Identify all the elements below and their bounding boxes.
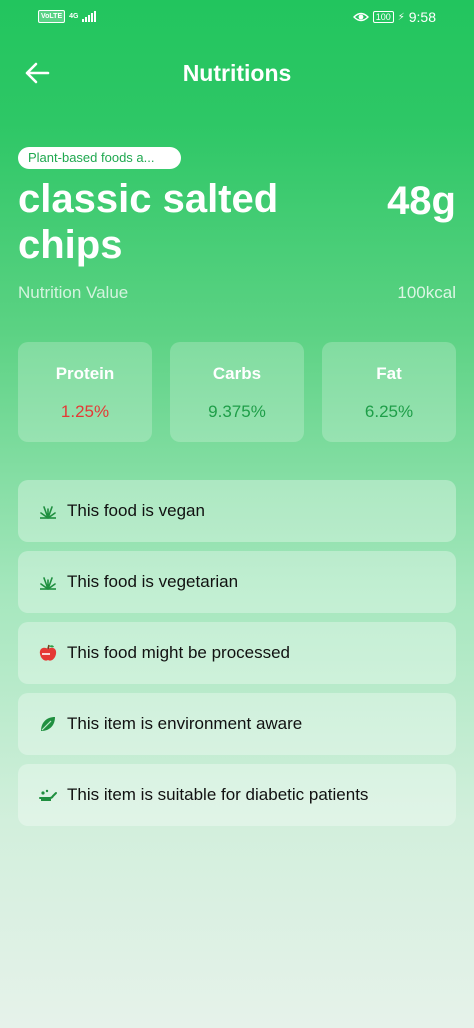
status-right: 100 ⚡ 9:58	[352, 9, 436, 25]
fat-card: Fat 6.25%	[322, 342, 456, 442]
macro-label: Carbs	[212, 364, 262, 383]
network-type: 4G	[69, 13, 78, 20]
energy-value: 100kcal	[397, 283, 456, 302]
eye-comfort-icon	[352, 12, 369, 22]
fact-text: This item is suitable for diabetic patie…	[67, 785, 369, 804]
protein-card: Protein 1.25%	[18, 342, 152, 442]
fact-text: This food is vegan	[67, 501, 205, 520]
sugar-icon	[38, 785, 58, 805]
nutrition-value-label: Nutrition Value	[18, 283, 129, 302]
status-left: VoLTE 4G	[38, 10, 97, 23]
network-label: 4G	[69, 13, 79, 20]
signal-icon	[82, 11, 97, 22]
apple-icon	[38, 643, 58, 663]
fact-row-diabetic: This item is suitable for diabetic patie…	[18, 764, 456, 826]
fact-text: This item is environment aware	[67, 714, 303, 733]
app-header: Nutritions	[0, 48, 474, 98]
fact-text: This food might be processed	[67, 643, 291, 662]
category-badge: Plant-based foods a...	[18, 147, 181, 169]
sprout-icon	[38, 572, 58, 592]
fact-row-environment: This item is environment aware	[18, 693, 456, 755]
macro-value: 6.25%	[364, 402, 414, 421]
volte-badge: VoLTE	[38, 10, 66, 23]
macro-label: Protein	[55, 364, 115, 383]
fact-text: This food is vegetarian	[67, 572, 239, 591]
battery-icon: 100	[372, 11, 394, 23]
serving-size: 48g	[387, 179, 456, 223]
macro-value: 9.375%	[208, 402, 266, 421]
sprout-icon	[38, 501, 58, 521]
fact-row-processed: This food might be processed	[18, 622, 456, 684]
leaf-icon	[38, 714, 58, 734]
charging-icon: ⚡	[397, 11, 405, 23]
macro-label: Fat	[376, 364, 402, 383]
macro-value: 1.25%	[60, 402, 110, 421]
fact-row-vegan: This food is vegan	[18, 480, 456, 542]
carbs-card: Carbs 9.375%	[170, 342, 304, 442]
clock: 9:58	[408, 9, 436, 25]
fact-row-vegetarian: This food is vegetarian	[18, 551, 456, 613]
status-bar: VoLTE 4G 100 ⚡ 9:58	[0, 0, 474, 36]
page-title: Nutritions	[182, 60, 292, 86]
food-name: classic salted chips	[18, 177, 279, 267]
battery-level: 100	[375, 12, 391, 22]
